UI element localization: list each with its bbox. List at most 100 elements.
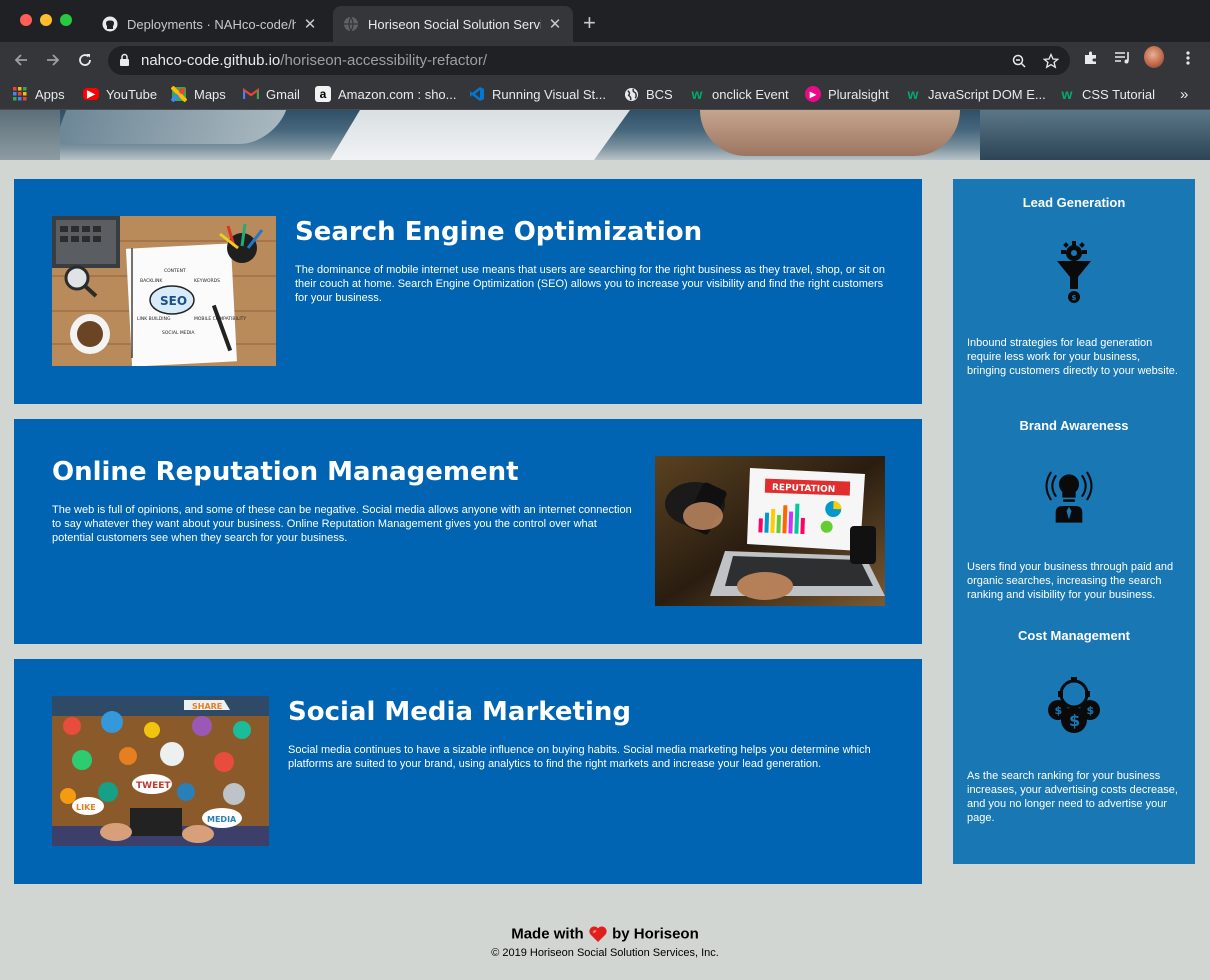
apps-grid-icon (12, 86, 28, 102)
card-title: Search Engine Optimization (295, 217, 703, 247)
bookmark-apps[interactable]: Apps (12, 83, 65, 105)
image-word: CONTENT (164, 268, 186, 274)
bookmark-label: Pluralsight (828, 86, 889, 102)
bookmark-label: Apps (35, 86, 65, 102)
back-icon[interactable] (9, 48, 33, 72)
bookmark-css-tutorial[interactable]: w CSS Tutorial (1059, 83, 1155, 105)
social-media-table-image: SHARE TWEET LIKE MEDIA (52, 696, 269, 846)
url-text: nahco-code.github.io/horiseon-accessibil… (141, 52, 487, 69)
bookmark-youtube[interactable]: ▶ YouTube (83, 83, 157, 105)
bookmark-onclick-event[interactable]: w onclick Event (689, 83, 789, 105)
benefit-title: Brand Awareness (1019, 418, 1129, 433)
lock-icon (119, 53, 130, 72)
bookmark-pluralsight[interactable]: ▶ Pluralsight (805, 83, 889, 105)
new-tab-button[interactable]: + (583, 11, 596, 35)
media-queue-icon[interactable] (1113, 48, 1133, 68)
pluralsight-icon: ▶ (805, 86, 821, 102)
bookmark-label: onclick Event (712, 86, 789, 102)
image-word: SOCIAL MEDIA (162, 330, 195, 336)
heart-icon (588, 925, 612, 943)
github-icon (102, 16, 118, 32)
svg-text:$: $ (1069, 711, 1080, 730)
content-card-reputation: Online Reputation Management The web is … (14, 419, 922, 644)
bookmark-bcs[interactable]: BCS (623, 83, 673, 105)
chevron-right-icon[interactable]: » (1180, 86, 1188, 103)
globe-icon (623, 86, 639, 102)
close-icon[interactable]: ✕ (547, 15, 563, 33)
zoom-icon[interactable] (1009, 51, 1029, 71)
tab-label: Deployments · NAHco-code/ho (127, 16, 296, 32)
bookmark-label: Running Visual St... (492, 86, 606, 102)
w3schools-icon: w (1061, 86, 1073, 102)
svg-text:$: $ (1055, 704, 1063, 717)
bookmark-gmail[interactable]: Gmail (243, 83, 300, 105)
lead-funnel-icon: $ (1049, 241, 1099, 305)
youtube-icon: ▶ (83, 88, 99, 100)
browser-titlebar: Deployments · NAHco-code/ho ✕ Horiseon S… (0, 0, 1210, 42)
gmail-icon (243, 86, 259, 102)
maps-icon (171, 86, 187, 102)
bookmark-label: Maps (194, 86, 226, 102)
svg-text:$: $ (1087, 704, 1095, 717)
cost-coins-icon: $ $ $ (1048, 674, 1100, 738)
page-footer: Made with by Horiseon © 2019 Horiseon So… (0, 925, 1210, 959)
footer-copyright: © 2019 Horiseon Social Solution Services… (491, 947, 719, 959)
bookmark-label: CSS Tutorial (1082, 86, 1155, 102)
w3schools-icon: w (691, 86, 703, 102)
bookmark-javascript-dom[interactable]: w JavaScript DOM E... (905, 83, 1046, 105)
image-seo-word: SEO (160, 294, 187, 308)
tab-deployments[interactable]: Deployments · NAHco-code/ho ✕ (92, 6, 328, 42)
window-close-button[interactable] (20, 14, 32, 26)
bookmark-star-icon[interactable] (1041, 51, 1061, 71)
kebab-menu-icon[interactable] (1178, 48, 1198, 68)
image-word: TWEET (136, 781, 171, 791)
brand-lightbulb-icon (1045, 464, 1099, 528)
seo-notebook-image: SEO CONTENT BACKLINK KEYWORDS LINK BUILD… (52, 216, 276, 366)
vscode-icon (469, 86, 485, 102)
benefit-title: Cost Management (1018, 628, 1130, 643)
bookmarks-bar: Apps ▶ YouTube Maps Gmail a Amazon.com :… (0, 78, 1210, 110)
image-word: SHARE (192, 702, 222, 711)
forward-icon[interactable] (41, 48, 65, 72)
window-zoom-button[interactable] (60, 14, 72, 26)
window-minimize-button[interactable] (40, 14, 52, 26)
tab-label: Horiseon Social Solution Servic (368, 16, 541, 32)
image-word: KEYWORDS (194, 278, 220, 284)
card-title: Social Media Marketing (288, 697, 631, 727)
benefits-sidebar: Lead Generation $ Inbound strategies for… (953, 179, 1195, 864)
reputation-laptop-image: REPUTATION (655, 456, 885, 606)
benefit-title: Lead Generation (1022, 195, 1126, 210)
content-card-seo: SEO CONTENT BACKLINK KEYWORDS LINK BUILD… (14, 179, 922, 404)
footer-made-prefix: Made with (511, 925, 584, 943)
benefit-text: As the search ranking for your business … (967, 770, 1178, 824)
globe-icon (343, 16, 359, 32)
bookmark-maps[interactable]: Maps (171, 83, 226, 105)
extensions-puzzle-icon[interactable] (1081, 48, 1101, 68)
amazon-icon: a (315, 86, 331, 102)
w3schools-icon: w (907, 86, 919, 102)
bookmark-label: BCS (646, 86, 673, 102)
hero-image (0, 110, 1210, 160)
image-word: BACKLINK (140, 278, 163, 284)
image-word: MEDIA (207, 815, 237, 824)
close-icon[interactable]: ✕ (302, 15, 318, 33)
address-bar[interactable]: nahco-code.github.io/horiseon-accessibil… (108, 46, 1070, 75)
bookmark-vscode[interactable]: Running Visual St... (469, 83, 606, 105)
reload-icon[interactable] (73, 48, 97, 72)
card-title: Online Reputation Management (52, 457, 519, 487)
bookmark-amazon[interactable]: a Amazon.com : sho... (315, 83, 457, 105)
content-card-social-media: SHARE TWEET LIKE MEDIA Social Media Mark… (14, 659, 922, 884)
benefit-text: Inbound strategies for lead generation r… (967, 337, 1178, 377)
bookmark-label: JavaScript DOM E... (928, 86, 1046, 102)
tab-horiseon[interactable]: Horiseon Social Solution Servic ✕ (333, 6, 573, 42)
card-text: The dominance of mobile internet use mea… (295, 264, 886, 304)
bookmark-label: Gmail (266, 86, 300, 102)
bookmark-label: Amazon.com : sho... (338, 86, 457, 102)
url-path: /horiseon-accessibility-refactor/ (280, 52, 488, 69)
url-host: nahco-code.github.io (141, 52, 281, 69)
profile-avatar[interactable] (1144, 46, 1164, 68)
bookmark-label: YouTube (106, 86, 158, 102)
image-word: LIKE (76, 803, 96, 812)
browser-toolbar: nahco-code.github.io/horiseon-accessibil… (0, 42, 1210, 78)
footer-made-suffix: by Horiseon (612, 925, 699, 943)
